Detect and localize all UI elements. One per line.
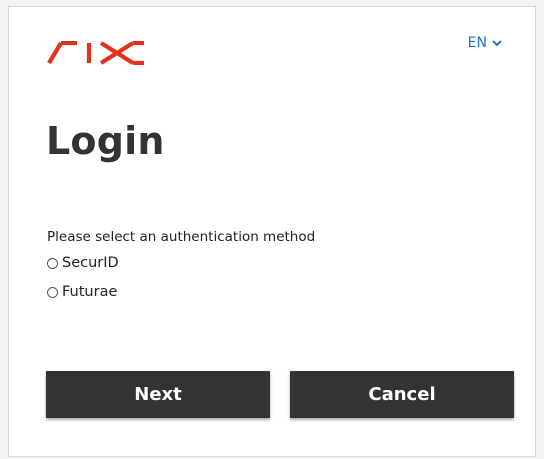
login-card: EN Login Please select an authentication…	[8, 6, 536, 457]
securid-radio[interactable]	[47, 257, 58, 269]
chevron-down-icon	[492, 40, 502, 47]
futurae-radio[interactable]	[47, 286, 58, 298]
auth-option-securid[interactable]: SecurID	[47, 255, 119, 271]
securid-label: SecurID	[62, 255, 119, 271]
six-logo	[47, 41, 144, 65]
cancel-button[interactable]: Cancel	[290, 371, 514, 418]
language-label: EN	[467, 35, 487, 51]
language-selector[interactable]: EN	[468, 35, 503, 51]
futurae-label: Futurae	[62, 284, 118, 300]
auth-method-prompt: Please select an authentication method	[47, 229, 316, 245]
auth-option-futurae[interactable]: Futurae	[47, 284, 117, 300]
page-title: Login	[46, 119, 165, 163]
next-button[interactable]: Next	[46, 371, 270, 418]
